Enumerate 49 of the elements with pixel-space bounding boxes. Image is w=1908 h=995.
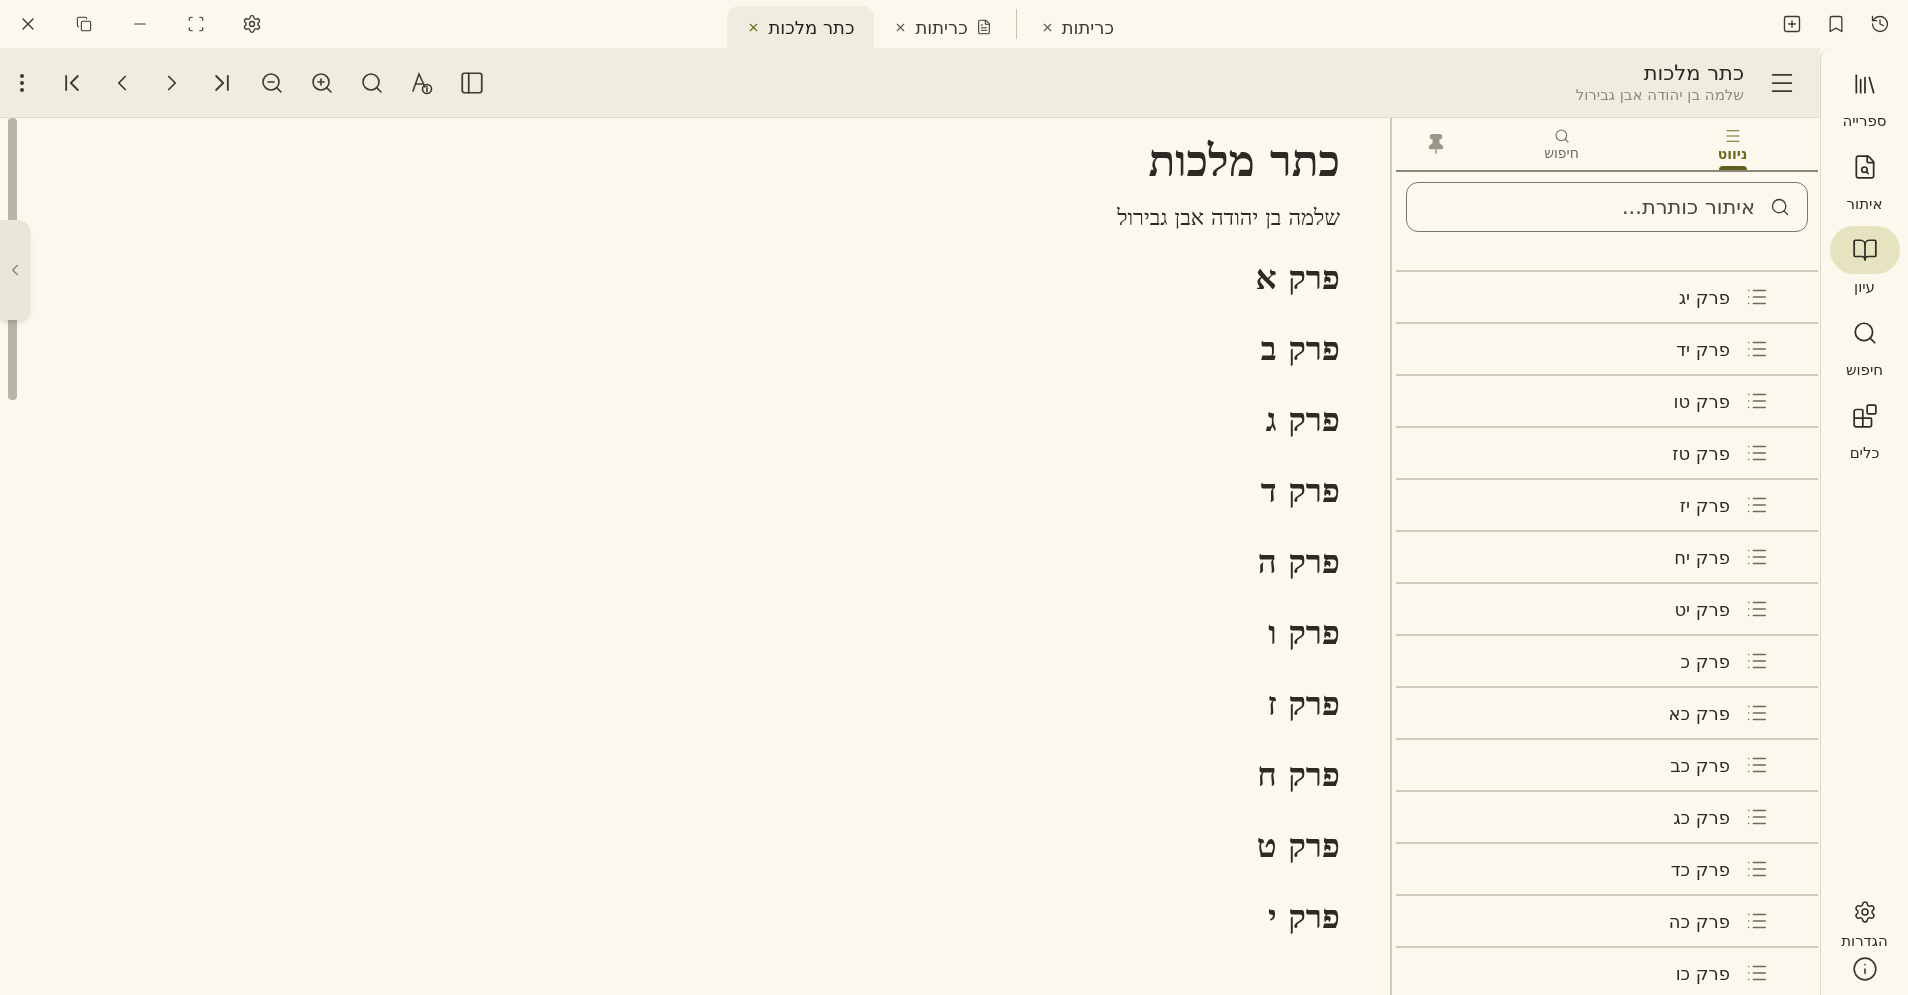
panel-tab[interactable]: ניווט: [1647, 118, 1818, 170]
toc-item[interactable]: פרק כ: [1396, 636, 1818, 688]
chapter-heading[interactable]: פרק ד: [1260, 464, 1340, 518]
book-title: כתר מלכות: [1642, 60, 1744, 87]
chapter-heading[interactable]: פרק ט: [1256, 819, 1340, 873]
search-icon: [1553, 128, 1570, 144]
settings-item[interactable]: הגדרות: [1841, 900, 1888, 949]
toc-item[interactable]: פרק כד: [1396, 844, 1818, 896]
document-author: שלמה בן יהודה אבן גבירול: [1117, 203, 1340, 232]
chapter-heading[interactable]: פרק ז: [1267, 677, 1340, 731]
sidebar-item[interactable]: איתור: [1829, 143, 1900, 212]
title-search-field[interactable]: איתור כותרת...: [1406, 182, 1808, 232]
toc-item[interactable]: פרק כו: [1396, 948, 1818, 995]
font-info-icon: [410, 70, 434, 95]
chapter-heading[interactable]: פרק ו: [1268, 606, 1340, 660]
pdf-file-icon: [975, 19, 992, 35]
chapter-heading[interactable]: פרק י: [1268, 890, 1340, 944]
toc-item[interactable]: פרק יט: [1396, 584, 1818, 636]
document-title: כתר מלכות: [1148, 136, 1340, 187]
menu-icon: [1723, 127, 1742, 145]
search-icon: [1851, 320, 1878, 346]
toc-item[interactable]: פרק יד: [1396, 324, 1818, 376]
open-book-icon: [1851, 237, 1878, 263]
toc-item[interactable]: פרק כב: [1396, 740, 1818, 792]
tab[interactable]: כריתות: [874, 6, 1012, 48]
tab[interactable]: כתר מלכות: [727, 6, 875, 48]
sidebar-item[interactable]: כלים: [1829, 392, 1900, 461]
book-author: שלמה בן יהודה אבן גבירול: [1575, 86, 1744, 105]
toc-item[interactable]: פרק כה: [1396, 896, 1818, 948]
toc-item[interactable]: פרק יג: [1396, 272, 1818, 324]
toc-item[interactable]: פרק טו: [1396, 376, 1818, 428]
toc-item[interactable]: פרק יח: [1396, 532, 1818, 584]
panel-tab[interactable]: חיפוש: [1476, 118, 1647, 170]
chapter-heading[interactable]: פרק ח: [1257, 748, 1340, 802]
sidebar-item[interactable]: חיפוש: [1829, 309, 1900, 378]
chapter-heading[interactable]: פרק ג: [1265, 393, 1340, 447]
chapter-heading[interactable]: פרק א: [1255, 251, 1340, 305]
search-icon: [1770, 197, 1790, 217]
tab[interactable]: כריתות: [1020, 6, 1134, 48]
toc-item[interactable]: פרק כא: [1396, 688, 1818, 740]
collapse-handle[interactable]: [0, 220, 30, 320]
toc-item[interactable]: פרק יז: [1396, 480, 1818, 532]
chapter-heading[interactable]: פרק ה: [1257, 535, 1340, 589]
settings-icon: [1852, 900, 1877, 924]
blocks-icon: [1851, 403, 1878, 429]
chapter-heading[interactable]: פרק ב: [1260, 322, 1340, 376]
toc-item[interactable]: פרק כג: [1396, 792, 1818, 844]
toc-item[interactable]: פרק טז: [1396, 428, 1818, 480]
sidebar-item[interactable]: ספרייה: [1829, 60, 1900, 129]
